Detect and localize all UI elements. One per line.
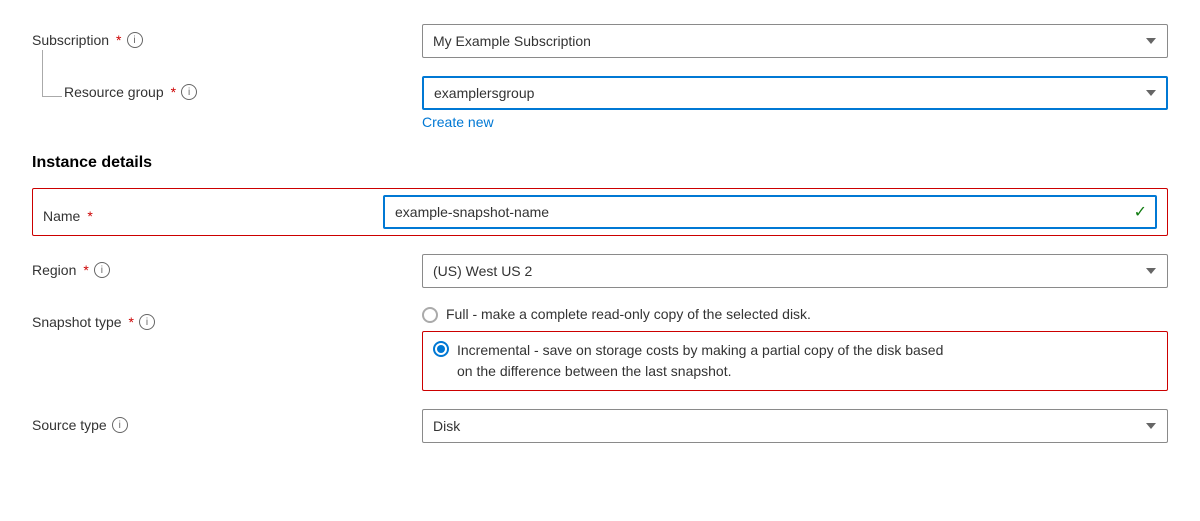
resource-group-row: Resource group * i examplersgroup Create… — [32, 76, 1168, 130]
snapshot-incremental-label: Incremental - save on storage costs by m… — [457, 340, 943, 382]
snapshot-incremental-radio[interactable] — [433, 341, 449, 357]
resource-group-control: examplersgroup Create new — [422, 76, 1168, 130]
resource-group-required: * — [171, 84, 176, 100]
source-type-row: Source type i Disk — [32, 409, 1168, 443]
resource-group-select[interactable]: examplersgroup — [422, 76, 1168, 110]
name-valid-check-icon: ✓ — [1134, 202, 1147, 222]
snapshot-type-info-icon[interactable]: i — [139, 314, 155, 330]
region-required: * — [83, 262, 88, 278]
source-type-select-wrapper: Disk — [422, 409, 1168, 443]
name-row: Name * ✓ — [32, 188, 1168, 236]
indent-horizontal-line — [42, 96, 62, 97]
create-new-link[interactable]: Create new — [422, 114, 494, 130]
resource-group-label: Resource group — [64, 84, 164, 100]
snapshot-incremental-box: Incremental - save on storage costs by m… — [422, 331, 1168, 391]
incremental-line1: Incremental - save on storage costs by m… — [457, 342, 943, 358]
snapshot-type-row: Snapshot type * i Full - make a complete… — [32, 306, 1168, 391]
subscription-control: My Example Subscription — [422, 24, 1168, 58]
snapshot-full-radio[interactable] — [422, 307, 438, 323]
subscription-label-col: Subscription * i — [32, 24, 422, 48]
resource-group-label-col: Resource group * i — [64, 76, 197, 100]
region-control: (US) West US 2 — [422, 254, 1168, 288]
snapshot-full-label: Full - make a complete read-only copy of… — [446, 306, 811, 322]
indent-vertical-line — [42, 50, 43, 96]
incremental-line2: on the difference between the last snaps… — [457, 363, 732, 379]
region-select-wrapper: (US) West US 2 — [422, 254, 1168, 288]
snapshot-full-option: Full - make a complete read-only copy of… — [422, 306, 1168, 323]
region-label: Region — [32, 262, 76, 278]
name-label-col: Name * — [43, 200, 383, 224]
region-select[interactable]: (US) West US 2 — [422, 254, 1168, 288]
source-type-info-icon[interactable]: i — [112, 417, 128, 433]
source-type-select[interactable]: Disk — [422, 409, 1168, 443]
region-info-icon[interactable]: i — [94, 262, 110, 278]
subscription-label: Subscription — [32, 32, 109, 48]
instance-details-title: Instance details — [32, 154, 1168, 172]
subscription-required: * — [116, 32, 121, 48]
source-type-label: Source type — [32, 417, 107, 433]
subscription-info-icon[interactable]: i — [127, 32, 143, 48]
source-type-control: Disk — [422, 409, 1168, 443]
snapshot-type-required: * — [129, 314, 134, 330]
subscription-select[interactable]: My Example Subscription — [422, 24, 1168, 58]
indent-connector — [32, 76, 64, 86]
name-input[interactable] — [383, 195, 1157, 229]
resource-group-info-icon[interactable]: i — [181, 84, 197, 100]
snapshot-type-label: Snapshot type — [32, 314, 122, 330]
subscription-select-wrapper: My Example Subscription — [422, 24, 1168, 58]
name-input-wrapper: ✓ — [383, 195, 1157, 229]
snapshot-type-control: Full - make a complete read-only copy of… — [422, 306, 1168, 391]
resource-group-label-area: Resource group * i — [32, 76, 422, 100]
snapshot-type-options: Full - make a complete read-only copy of… — [422, 306, 1168, 391]
resource-group-select-wrapper: examplersgroup — [422, 76, 1168, 110]
region-label-col: Region * i — [32, 254, 422, 278]
snapshot-type-label-col: Snapshot type * i — [32, 306, 422, 330]
source-type-label-col: Source type i — [32, 409, 422, 433]
region-row: Region * i (US) West US 2 — [32, 254, 1168, 288]
name-required: * — [87, 208, 92, 224]
name-label: Name — [43, 208, 80, 224]
subscription-row: Subscription * i My Example Subscription — [32, 24, 1168, 58]
